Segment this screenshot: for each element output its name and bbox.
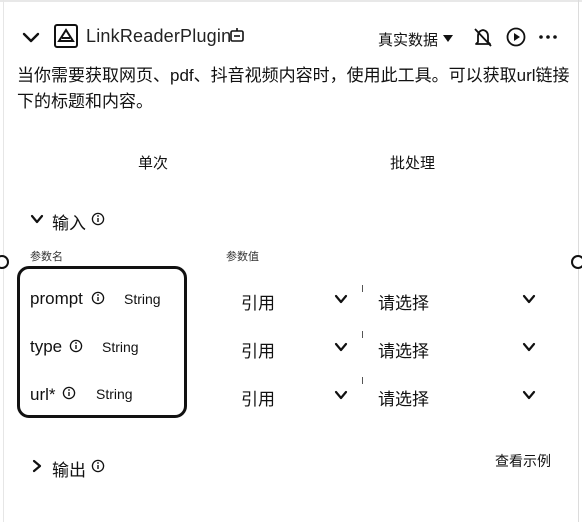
view-example-link[interactable]: 查看示例 [495, 451, 551, 471]
param-name-url: url* [30, 385, 56, 404]
bell-off-icon[interactable] [472, 26, 494, 48]
plugin-description: 当你需要获取网页、pdf、抖音视频内容时，使用此工具。可以获取url链接下的标题… [17, 66, 570, 111]
tab-batch[interactable]: 批处理 [390, 152, 435, 173]
value-select-prompt[interactable]: 请选择 [378, 289, 429, 314]
value-select-type[interactable]: 请选择 [378, 337, 429, 362]
output-section-title: 输出 [52, 461, 86, 480]
ref-select-prompt[interactable]: 引用 [241, 289, 275, 314]
column-header-param-name: 参数名 [30, 251, 63, 263]
input-section-title: 输入 [52, 214, 86, 233]
info-icon[interactable] [91, 291, 105, 305]
output-expand-chevron-icon[interactable] [29, 458, 45, 474]
param-type-prompt: String [124, 291, 161, 307]
input-port-handle[interactable] [0, 255, 9, 269]
divider [362, 331, 363, 338]
caret-down-icon[interactable] [441, 31, 455, 45]
value-select-url[interactable]: 请选择 [378, 385, 429, 410]
column-header-param-value: 参数值 [226, 251, 259, 263]
plugin-badge-icon [230, 28, 244, 42]
more-icon[interactable] [537, 26, 559, 48]
info-icon[interactable] [91, 212, 105, 226]
chevron-down-icon[interactable] [521, 291, 537, 307]
chevron-down-icon[interactable] [20, 26, 42, 48]
plugin-name: LinkReaderPlugin [86, 26, 232, 46]
play-circle-icon[interactable] [505, 26, 527, 48]
panel-top-border [0, 0, 582, 2]
divider [362, 285, 363, 292]
info-icon[interactable] [62, 386, 76, 400]
input-collapse-chevron-icon[interactable] [29, 211, 45, 227]
output-port-handle[interactable] [571, 255, 582, 269]
chevron-down-icon[interactable] [333, 339, 349, 355]
param-name-prompt: prompt [30, 289, 83, 308]
chevron-down-icon[interactable] [521, 387, 537, 403]
param-type-type: String [102, 339, 139, 355]
chevron-down-icon[interactable] [333, 291, 349, 307]
tab-single[interactable]: 单次 [138, 152, 168, 173]
ref-select-url[interactable]: 引用 [241, 385, 275, 410]
data-mode-select[interactable]: 真实数据 [378, 29, 438, 50]
chevron-down-icon[interactable] [333, 387, 349, 403]
chevron-down-icon[interactable] [521, 339, 537, 355]
param-type-url: String [96, 386, 133, 402]
param-name-type: type [30, 337, 63, 356]
divider [362, 377, 363, 384]
info-icon[interactable] [91, 459, 105, 473]
info-icon[interactable] [69, 339, 83, 353]
plugin-logo-icon [54, 24, 78, 48]
ref-select-type[interactable]: 引用 [241, 337, 275, 362]
